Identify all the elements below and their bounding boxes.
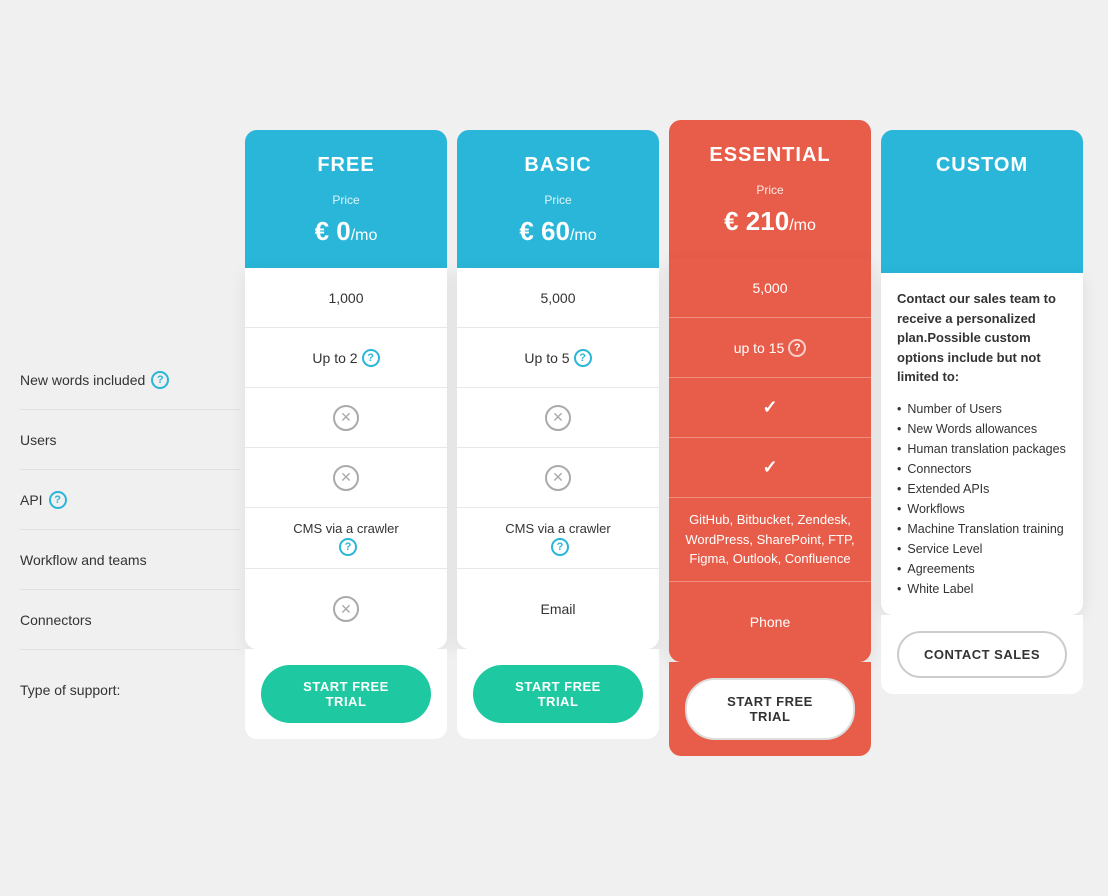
free-api-x-icon: ✕	[333, 405, 359, 431]
basic-new-words: 5,000	[457, 268, 659, 328]
feature-workflow: Workflow and teams	[20, 530, 240, 590]
basic-cta-area: START FREE TRIAL	[457, 649, 659, 739]
contact-sales-button[interactable]: CONTACT SALES	[897, 631, 1067, 678]
basic-trial-button[interactable]: START FREE TRIAL	[473, 665, 643, 723]
basic-workflow: ✕	[457, 448, 659, 508]
custom-description: Contact our sales team to receive a pers…	[897, 289, 1067, 387]
feature-users: Users	[20, 410, 240, 470]
custom-option-white-label: White Label	[897, 579, 1067, 599]
basic-price: € 60/mo	[473, 211, 643, 248]
feature-support: Type of support:	[20, 650, 240, 730]
essential-connectors: GitHub, Bitbucket, Zendesk, WordPress, S…	[669, 498, 871, 582]
essential-api-check-icon: ✓	[762, 397, 777, 418]
free-new-words: 1,000	[245, 268, 447, 328]
custom-plan-name: CUSTOM	[897, 154, 1067, 177]
free-plan: FREE Price € 0/mo 1,000 Up to 2 ? ✕ ✕	[245, 130, 447, 739]
new-words-tooltip-icon[interactable]: ?	[151, 371, 169, 389]
free-plan-header: FREE Price € 0/mo	[245, 130, 447, 268]
basic-plan-body: 5,000 Up to 5 ? ✕ ✕ CMS via a crawler ?	[457, 268, 659, 649]
basic-users-tooltip[interactable]: ?	[574, 349, 592, 367]
free-price-label: Price	[261, 193, 431, 207]
essential-trial-button[interactable]: START FREE TRIAL	[685, 678, 855, 740]
custom-option-words: New Words allowances	[897, 419, 1067, 439]
basic-users: Up to 5 ?	[457, 328, 659, 388]
basic-connectors-tooltip[interactable]: ?	[551, 538, 569, 556]
essential-users-tooltip[interactable]: ?	[788, 339, 806, 357]
feature-connectors: Connectors	[20, 590, 240, 650]
essential-api: ✓	[669, 378, 871, 438]
essential-plan: ESSENTIAL Price € 210/mo 5,000 up to 15 …	[669, 120, 871, 756]
free-workflow: ✕	[245, 448, 447, 508]
free-workflow-x-icon: ✕	[333, 465, 359, 491]
basic-workflow-x-icon: ✕	[545, 465, 571, 491]
custom-option-mt-training: Machine Translation training	[897, 519, 1067, 539]
basic-api: ✕	[457, 388, 659, 448]
essential-plan-body: 5,000 up to 15 ? ✓ ✓ GitHub, Bitbucket, …	[669, 258, 871, 662]
api-tooltip-icon[interactable]: ?	[49, 491, 67, 509]
free-cta-area: START FREE TRIAL	[245, 649, 447, 739]
basic-api-x-icon: ✕	[545, 405, 571, 431]
basic-price-label: Price	[473, 193, 643, 207]
custom-plan: CUSTOM Contact our sales team to receive…	[881, 130, 1083, 694]
basic-connectors: CMS via a crawler ?	[457, 508, 659, 569]
plans-container: FREE Price € 0/mo 1,000 Up to 2 ? ✕ ✕	[240, 130, 1088, 766]
free-connectors-tooltip[interactable]: ?	[339, 538, 357, 556]
custom-plan-body: Contact our sales team to receive a pers…	[881, 273, 1083, 615]
essential-price-label: Price	[685, 183, 855, 197]
essential-support: Phone	[669, 582, 871, 662]
custom-option-service-level: Service Level	[897, 539, 1067, 559]
custom-options-list: Number of Users New Words allowances Hum…	[897, 399, 1067, 599]
free-api: ✕	[245, 388, 447, 448]
essential-workflow-check-icon: ✓	[762, 457, 777, 478]
basic-plan-name: BASIC	[473, 154, 643, 177]
free-users: Up to 2 ?	[245, 328, 447, 388]
pricing-page: New words included ? Users API ? Workflo…	[0, 110, 1108, 786]
free-trial-button[interactable]: START FREE TRIAL	[261, 665, 431, 723]
custom-option-users: Number of Users	[897, 399, 1067, 419]
custom-cta-area: CONTACT SALES	[881, 615, 1083, 694]
essential-new-words: 5,000	[669, 258, 871, 318]
essential-price: € 210/mo	[685, 201, 855, 238]
feature-api: API ?	[20, 470, 240, 530]
free-plan-body: 1,000 Up to 2 ? ✕ ✕ CMS via a crawler ?	[245, 268, 447, 649]
essential-plan-name: ESSENTIAL	[685, 144, 855, 167]
custom-option-apis: Extended APIs	[897, 479, 1067, 499]
free-support-x-icon: ✕	[333, 596, 359, 622]
custom-option-workflows: Workflows	[897, 499, 1067, 519]
essential-workflow: ✓	[669, 438, 871, 498]
custom-option-agreements: Agreements	[897, 559, 1067, 579]
free-users-tooltip[interactable]: ?	[362, 349, 380, 367]
feature-new-words: New words included ?	[20, 350, 240, 410]
essential-users: up to 15 ?	[669, 318, 871, 378]
custom-option-connectors: Connectors	[897, 459, 1067, 479]
basic-plan-header: BASIC Price € 60/mo	[457, 130, 659, 268]
basic-plan: BASIC Price € 60/mo 5,000 Up to 5 ? ✕ ✕	[457, 130, 659, 739]
feature-labels-column: New words included ? Users API ? Workflo…	[20, 130, 240, 730]
custom-plan-header: CUSTOM	[881, 130, 1083, 273]
custom-option-human: Human translation packages	[897, 439, 1067, 459]
free-plan-name: FREE	[261, 154, 431, 177]
free-price: € 0/mo	[261, 211, 431, 248]
essential-plan-header: ESSENTIAL Price € 210/mo	[669, 120, 871, 258]
free-support: ✕	[245, 569, 447, 649]
essential-cta-area: START FREE TRIAL	[669, 662, 871, 756]
free-connectors: CMS via a crawler ?	[245, 508, 447, 569]
basic-support: Email	[457, 569, 659, 649]
